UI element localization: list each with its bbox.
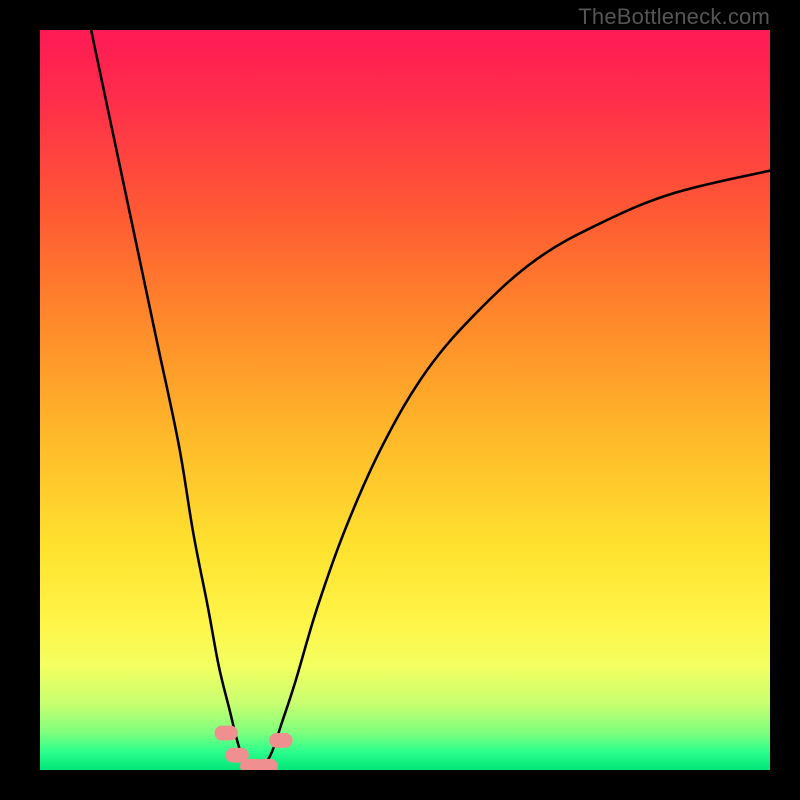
bottleneck-curve — [40, 30, 770, 770]
plot-area — [40, 30, 770, 770]
curve-marker — [214, 726, 237, 741]
attribution-text: TheBottleneck.com — [578, 4, 770, 30]
curve-marker — [255, 759, 278, 770]
chart-frame: TheBottleneck.com — [0, 0, 800, 800]
curve-marker — [269, 733, 292, 748]
